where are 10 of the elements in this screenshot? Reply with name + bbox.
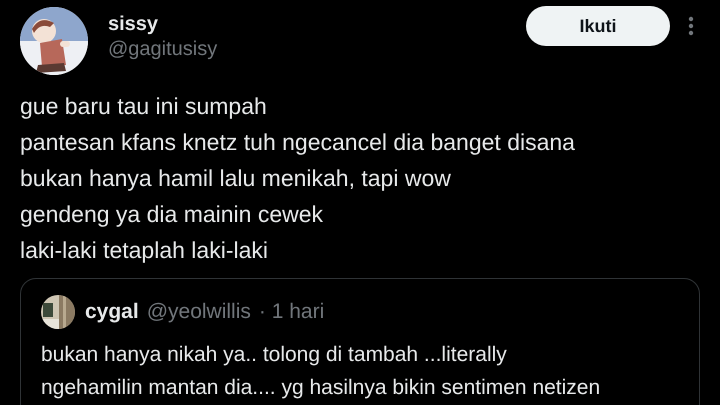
- follow-button[interactable]: Ikuti: [526, 6, 670, 46]
- quoted-time: · 1 hari: [258, 300, 324, 324]
- quoted-author-handle: @yeolwillis: [146, 300, 251, 324]
- author-name[interactable]: sissy: [108, 13, 526, 36]
- tweet-text: gue baru tau ini sumpah pantesan kfans knetz tuh ngecancel dia banget disana bukan hanya hamil lalu menikah, tapi wow gendeng ya dia mainin cewek laki-laki tetaplah laki-laki: [20, 92, 576, 265]
- quoted-author-name: cygal: [85, 300, 139, 324]
- quoted-tweet-card[interactable]: cygal @yeolwillis · 1 hari bukan hanya nikah ya.. tolong di tambah ...literally ngehamilin mantan dia.... yg hasilnya bikin sentimen netizen: [20, 278, 700, 405]
- author-handle[interactable]: @gagitusisy: [108, 38, 526, 61]
- quoted-tweet-text: bukan hanya nikah ya.. tolong di tambah ...literally ngehamilin mantan dia.... yg hasilnya bikin sentimen netizen: [41, 342, 602, 401]
- more-icon[interactable]: [688, 16, 694, 36]
